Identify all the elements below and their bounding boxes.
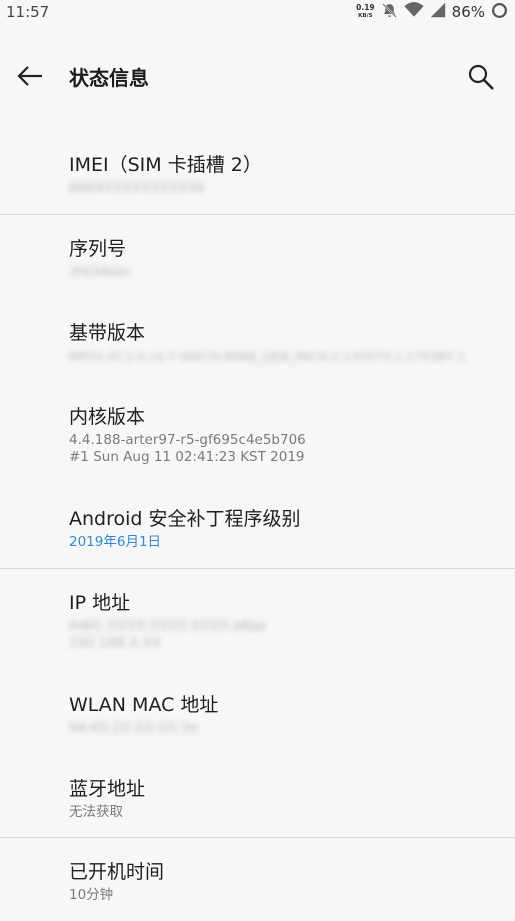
- bluetooth-address-title: 蓝牙地址: [69, 778, 146, 800]
- wifi-icon: [404, 2, 424, 22]
- divider: [0, 837, 515, 838]
- back-arrow-icon[interactable]: [16, 64, 44, 88]
- search-icon[interactable]: [466, 62, 496, 92]
- list-item-ip-address[interactable]: IP 地址 fe80::XXXX:XXXX:XXXX:a8ae 192.168.…: [69, 588, 266, 652]
- security-patch-title: Android 安全补丁程序级别: [69, 508, 301, 530]
- ip-address-v4: 192.168.X.XX: [69, 635, 162, 651]
- uptime-value: 10分钟: [69, 887, 114, 903]
- list-item-baseband[interactable]: 基带版本 MPSS.AT.2.0.c4.7-00070-8998_GEN_PAC…: [69, 318, 466, 365]
- list-item-bluetooth-address[interactable]: 蓝牙地址 无法获取: [69, 774, 145, 821]
- imei-value: 866XXXXXXXXXXX6: [69, 180, 206, 196]
- security-patch-date: 2019年6月1日: [69, 534, 162, 550]
- list-item-kernel[interactable]: 内核版本 4.4.188-arter97-r5-gf695c4e5b706 #1…: [69, 402, 306, 466]
- status-bar: 11:57 0.19 KB/S 86%: [0, 0, 515, 24]
- kernel-title: 内核版本: [69, 406, 146, 428]
- list-item-imei[interactable]: IMEI（SIM 卡插槽 2） 866XXXXXXXXXXX6: [69, 150, 262, 197]
- divider: [0, 214, 515, 215]
- network-speed-unit: KB/S: [358, 13, 373, 19]
- kernel-version: 4.4.188-arter97-r5-gf695c4e5b706: [69, 432, 306, 448]
- ip-address-v6: fe80::XXXX:XXXX:XXXX:a8ae: [69, 618, 267, 634]
- list-item-security-patch[interactable]: Android 安全补丁程序级别 2019年6月1日: [69, 504, 301, 551]
- serial-title: 序列号: [69, 238, 127, 260]
- baseband-value: MPSS.AT.2.0.c4.7-00070-8998_GEN_PACK-2.1…: [69, 349, 466, 364]
- battery-percent: 86%: [451, 3, 485, 21]
- list-item-wlan-mac[interactable]: WLAN MAC 地址 94:65:2X:XX:XX:3e: [69, 690, 218, 737]
- status-icons: 0.19 KB/S 86%: [356, 2, 508, 23]
- network-speed-value: 0.19: [356, 3, 375, 12]
- wlan-mac-value: 94:65:2X:XX:XX:3e: [69, 720, 198, 736]
- divider: [0, 568, 515, 569]
- signal-icon: [430, 2, 446, 22]
- imei-title: IMEI（SIM 卡插槽 2）: [69, 154, 262, 176]
- battery-ring-icon: [491, 2, 508, 23]
- list-item-uptime[interactable]: 已开机时间 10分钟: [69, 857, 164, 904]
- baseband-title: 基带版本: [69, 322, 146, 344]
- wlan-mac-title: WLAN MAC 地址: [69, 694, 219, 716]
- list-item-serial[interactable]: 序列号 3fd34bbc: [69, 234, 133, 281]
- serial-value: 3fd34bbc: [69, 264, 133, 280]
- network-speed: 0.19 KB/S: [356, 4, 375, 20]
- bluetooth-address-value: 无法获取: [69, 804, 123, 820]
- status-time: 11:57: [6, 3, 50, 21]
- do-not-disturb-icon: [381, 2, 398, 23]
- app-bar: 状态信息: [0, 50, 515, 104]
- uptime-title: 已开机时间: [69, 861, 165, 883]
- kernel-build-date: #1 Sun Aug 11 02:41:23 KST 2019: [69, 449, 305, 465]
- ip-address-title: IP 地址: [69, 592, 131, 614]
- page-title: 状态信息: [69, 66, 149, 90]
